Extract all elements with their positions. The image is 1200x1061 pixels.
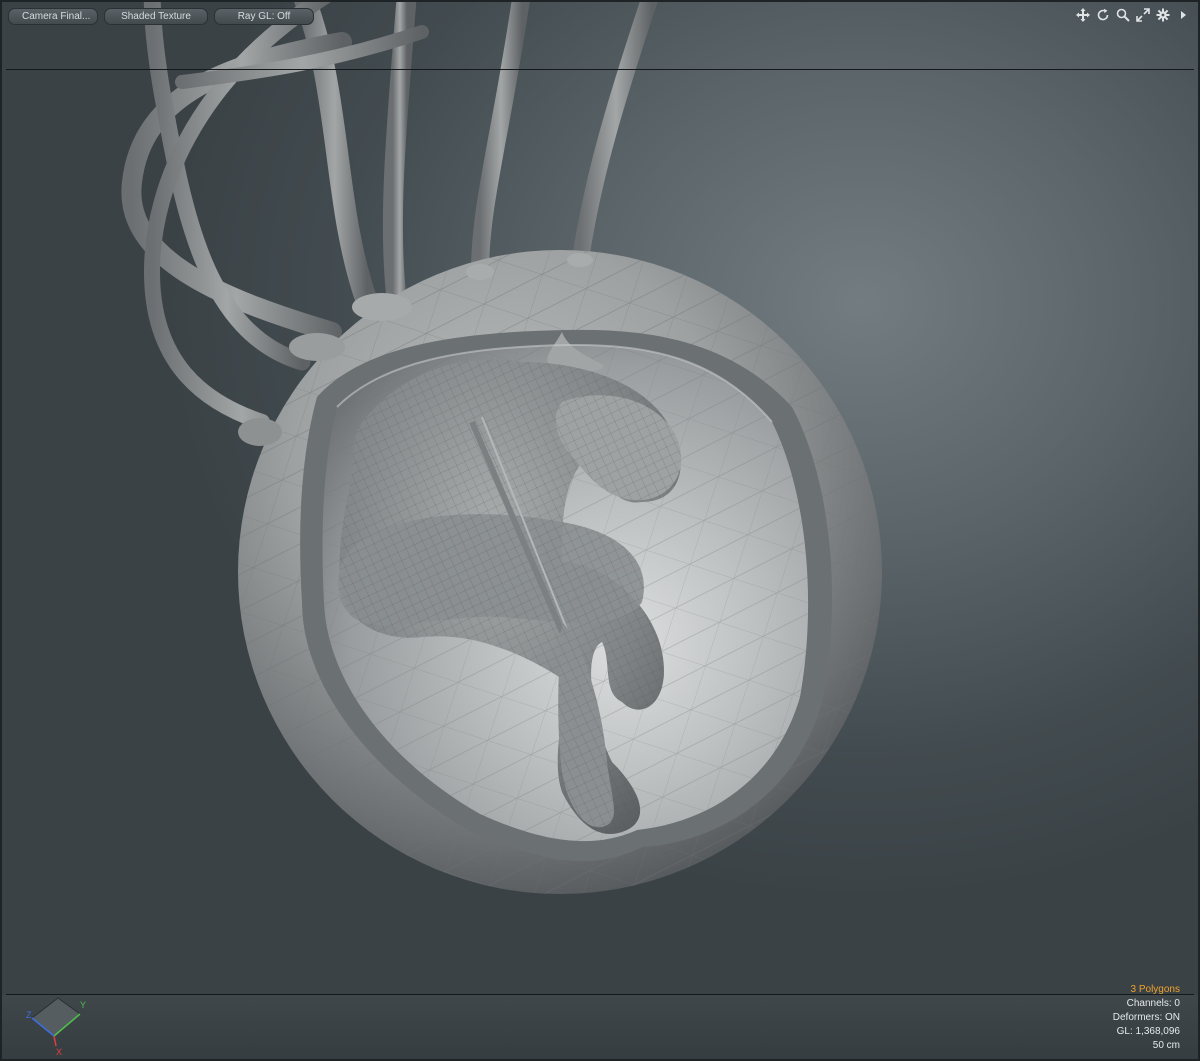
polygon-count: 3 Polygons xyxy=(1130,984,1180,995)
viewport-top-divider xyxy=(6,69,1194,70)
fit-icon[interactable] xyxy=(1135,7,1150,22)
3d-viewport[interactable]: Camera Final... Shaded Texture Ray GL: O… xyxy=(0,0,1200,1061)
viewport-scene[interactable] xyxy=(2,2,1198,1059)
zoom-icon[interactable] xyxy=(1115,7,1130,22)
camera-selector-button[interactable]: Camera Final... xyxy=(8,7,98,25)
ray-gl-button[interactable]: Ray GL: Off xyxy=(214,7,314,25)
move-icon[interactable] xyxy=(1075,7,1090,22)
viewport-toolbar: Camera Final... Shaded Texture Ray GL: O… xyxy=(2,2,1198,30)
viewport-nav-icons xyxy=(1075,7,1190,22)
deformers-status: Deformers: ON xyxy=(1112,1012,1180,1023)
axis-gizmo: Y Z X xyxy=(26,997,86,1056)
gl-count: GL: 1,368,096 xyxy=(1116,1026,1180,1037)
axis-x-label: X xyxy=(56,1047,62,1056)
channels-count: Channels: 0 xyxy=(1126,998,1180,1009)
viewport-stats: 3 Polygons Channels: 0 Deformers: ON GL:… xyxy=(1113,983,1180,1053)
axis-y-label: Y xyxy=(80,1000,86,1010)
camera-selector-label: Camera Final... xyxy=(22,10,91,22)
shading-mode-button[interactable]: Shaded Texture xyxy=(104,7,208,25)
gear-icon[interactable] xyxy=(1155,7,1170,22)
viewport-bottom-divider xyxy=(6,994,1194,995)
axis-z-label: Z xyxy=(26,1010,32,1020)
arrow-right-icon[interactable] xyxy=(1175,7,1190,22)
shading-mode-label: Shaded Texture xyxy=(121,10,191,22)
rotate-icon[interactable] xyxy=(1095,7,1110,22)
ray-gl-label: Ray GL: Off xyxy=(237,10,291,22)
grid-scale: 50 cm xyxy=(1152,1040,1180,1051)
viewport-bottom-band xyxy=(2,995,1198,1059)
